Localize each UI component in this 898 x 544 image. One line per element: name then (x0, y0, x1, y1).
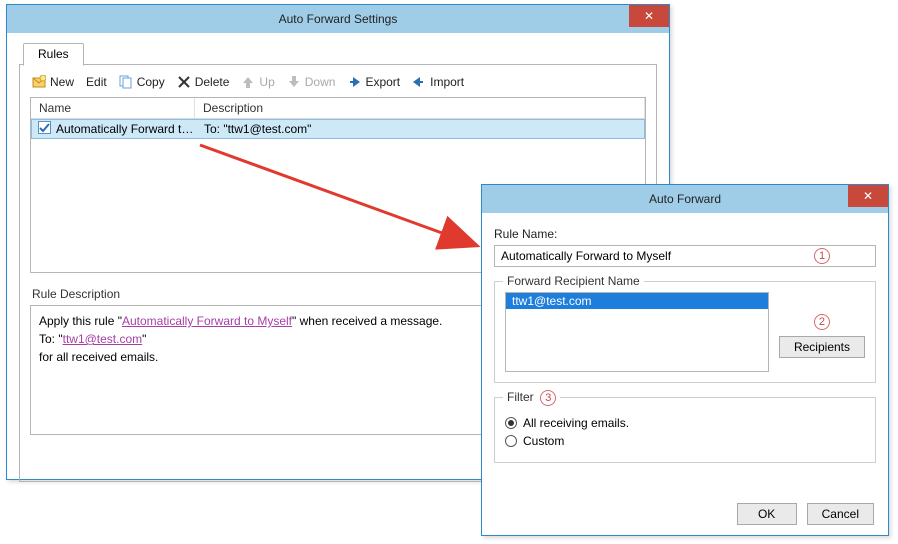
import-icon (412, 75, 426, 89)
rule-name-cell: Automatically Forward to... (56, 122, 196, 136)
delete-icon (177, 75, 191, 89)
filter-fieldset: Filter 3 All receiving emails. Custom (494, 397, 876, 463)
autoforward-title: Auto Forward (649, 192, 721, 206)
import-button[interactable]: Import (412, 75, 464, 89)
copy-icon (119, 75, 133, 89)
close-settings-button[interactable]: ✕ (629, 5, 669, 27)
column-name[interactable]: Name (31, 98, 195, 118)
recipient-list[interactable]: ttw1@test.com (505, 292, 769, 372)
autoforward-client: Rule Name: 1 Forward Recipient Name ttw1… (482, 213, 888, 535)
down-button: Down (287, 75, 336, 89)
rules-list-header: Name Description (31, 98, 645, 119)
edit-button[interactable]: Edit (86, 75, 107, 89)
rule-name-input[interactable] (494, 245, 876, 267)
tabstrip: Rules (19, 43, 657, 65)
close-icon: ✕ (644, 9, 654, 23)
up-button: Up (241, 75, 274, 89)
settings-titlebar[interactable]: Auto Forward Settings ✕ (7, 5, 669, 33)
delete-button[interactable]: Delete (177, 75, 230, 89)
filter-all-radio[interactable]: All receiving emails. (505, 416, 865, 430)
recipient-fieldset: Forward Recipient Name ttw1@test.com 2 R… (494, 281, 876, 383)
column-description[interactable]: Description (195, 98, 645, 118)
export-icon (347, 75, 361, 89)
rule-row[interactable]: Automatically Forward to... To: "ttw1@te… (31, 119, 645, 139)
arrow-up-icon (241, 75, 255, 89)
radio-dot-icon (505, 417, 517, 429)
close-icon: ✕ (863, 189, 873, 203)
recipient-item[interactable]: ttw1@test.com (506, 293, 768, 309)
rule-recipient-link[interactable]: ttw1@test.com (63, 332, 143, 346)
ok-button[interactable]: OK (737, 503, 797, 525)
recipients-button[interactable]: Recipients (779, 336, 865, 358)
cancel-button[interactable]: Cancel (807, 503, 874, 525)
autoforward-titlebar[interactable]: Auto Forward ✕ (482, 185, 888, 213)
settings-title: Auto Forward Settings (279, 12, 398, 26)
rule-desc-cell: To: "ttw1@test.com" (196, 122, 644, 136)
filter-legend: Filter 3 (503, 390, 560, 406)
arrow-down-icon (287, 75, 301, 89)
rule-name-label: Rule Name: (494, 227, 876, 241)
callout-2: 2 (814, 314, 830, 330)
recipient-legend: Forward Recipient Name (503, 274, 644, 288)
toolbar: New Edit Copy Delete (30, 73, 646, 97)
new-icon (32, 75, 46, 89)
radio-dot-icon (505, 435, 517, 447)
callout-3: 3 (540, 390, 556, 406)
rule-checkbox[interactable] (32, 121, 56, 137)
close-autoforward-button[interactable]: ✕ (848, 185, 888, 207)
new-button[interactable]: New (32, 75, 74, 89)
export-button[interactable]: Export (347, 75, 400, 89)
rule-name-link[interactable]: Automatically Forward to Myself (122, 314, 292, 328)
dialog-footer: OK Cancel (737, 503, 874, 525)
copy-button[interactable]: Copy (119, 75, 165, 89)
tab-rules[interactable]: Rules (23, 43, 84, 66)
filter-custom-radio[interactable]: Custom (505, 434, 865, 448)
autoforward-window: Auto Forward ✕ Rule Name: 1 Forward Reci… (481, 184, 889, 536)
